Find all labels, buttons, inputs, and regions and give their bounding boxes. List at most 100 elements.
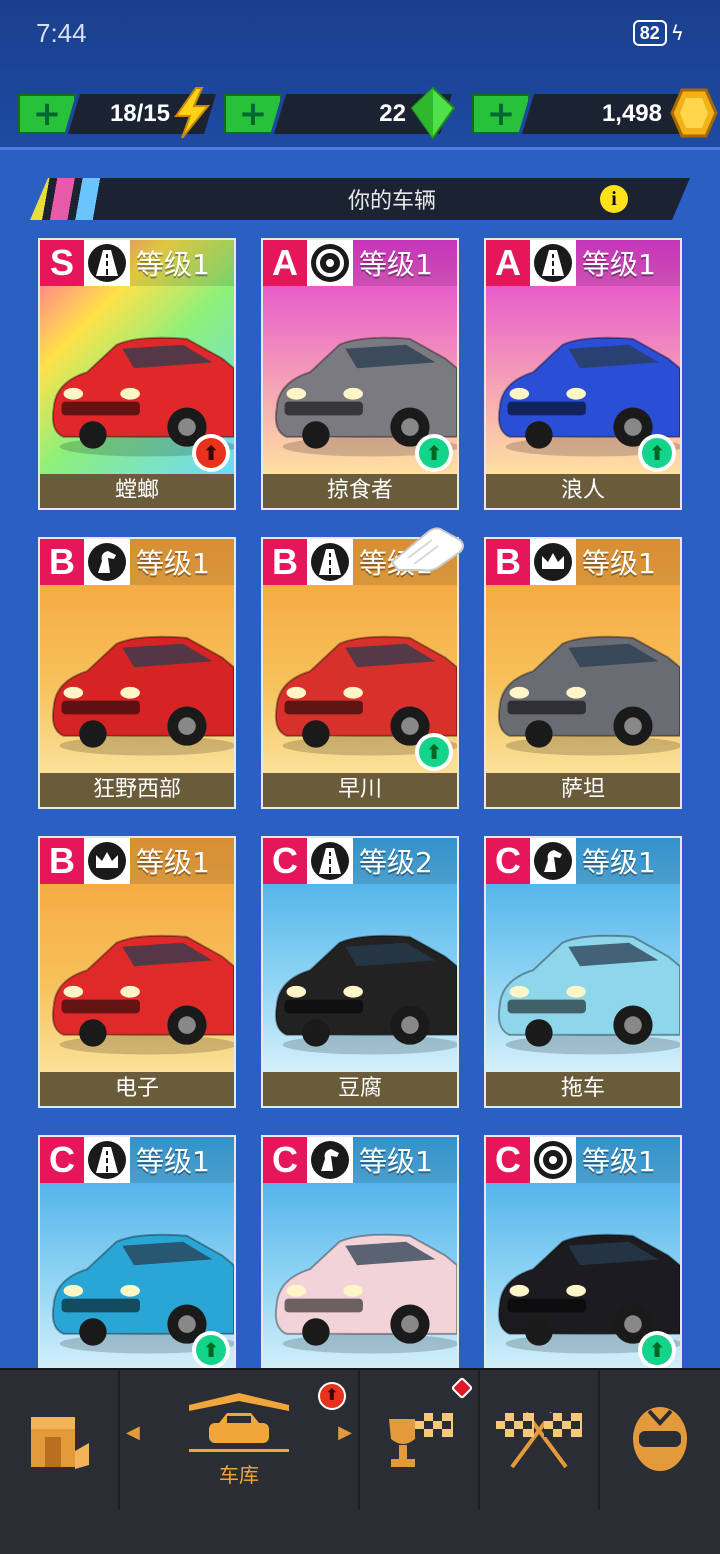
bottom-navigation: 车库 ◀ ▶ ⬆ bbox=[0, 1368, 720, 1554]
crown-icon bbox=[530, 539, 576, 585]
nav-shop[interactable] bbox=[0, 1370, 120, 1510]
car-card[interactable]: S 等级1 ⬆ 螳螂 bbox=[38, 238, 236, 510]
add-coins-button[interactable]: + bbox=[472, 94, 530, 134]
car-card-header: A 等级1 bbox=[486, 240, 680, 286]
road-icon bbox=[307, 539, 353, 585]
car-card-header: B 等级1 bbox=[40, 539, 234, 585]
car-level: 等级1 bbox=[136, 547, 210, 580]
car-card[interactable]: C 等级1 拖车 bbox=[484, 836, 682, 1108]
car-rank: B bbox=[263, 539, 307, 585]
car-level: 等级2 bbox=[359, 846, 433, 879]
car-card[interactable]: B 等级1 萨坦 bbox=[484, 537, 682, 809]
car-level: 等级1 bbox=[359, 1145, 433, 1178]
upgrade-available-icon[interactable]: ⬆ bbox=[415, 733, 453, 771]
trophy-flag-icon bbox=[389, 1413, 453, 1467]
coin-icon bbox=[670, 88, 718, 138]
horse-icon bbox=[307, 1137, 353, 1183]
car-name: 豆腐 bbox=[263, 1072, 457, 1106]
car-name: 螳螂 bbox=[40, 474, 234, 508]
car-image bbox=[51, 635, 234, 756]
horse-icon bbox=[84, 539, 130, 585]
events-notification-dot bbox=[450, 1376, 474, 1400]
gem-value: 22 bbox=[379, 100, 406, 127]
car-rank: A bbox=[263, 240, 307, 286]
checkered-flags-icon bbox=[496, 1411, 582, 1469]
nav-events[interactable] bbox=[360, 1370, 480, 1510]
car-image bbox=[497, 635, 680, 756]
car-level: 等级1 bbox=[136, 248, 210, 281]
helmet-icon bbox=[633, 1407, 687, 1471]
add-gems-button[interactable]: + bbox=[224, 94, 282, 134]
add-energy-button[interactable]: + bbox=[18, 94, 76, 134]
road-icon bbox=[530, 240, 576, 286]
shop-icon bbox=[31, 1417, 89, 1469]
car-rank: C bbox=[263, 1137, 307, 1183]
car-card[interactable]: C 等级2 豆腐 bbox=[261, 836, 459, 1108]
car-card[interactable]: C 等级1 ⬆ bbox=[38, 1135, 236, 1371]
car-level: 等级1 bbox=[359, 248, 433, 281]
nav-race[interactable] bbox=[480, 1370, 600, 1510]
charging-icon: ϟ bbox=[670, 21, 684, 45]
upgrade-available-icon[interactable]: ⬆ bbox=[638, 1331, 676, 1369]
tire-icon bbox=[307, 240, 353, 286]
section-title: 你的车辆 bbox=[347, 189, 436, 214]
car-rank: A bbox=[486, 240, 530, 286]
car-card-header: C 等级1 bbox=[486, 1137, 680, 1183]
car-card-header: B 等级1 bbox=[40, 838, 234, 884]
car-level: 等级1 bbox=[136, 1145, 210, 1178]
car-card[interactable]: A 等级1 ⬆ 掠食者 bbox=[261, 238, 459, 510]
car-rank: B bbox=[40, 838, 84, 884]
road-icon bbox=[307, 838, 353, 884]
upgrade-available-icon[interactable]: ⬆ bbox=[415, 434, 453, 472]
nav-garage[interactable]: 车库 ◀ ▶ ⬆ bbox=[120, 1370, 360, 1510]
car-card-header: A 等级1 bbox=[263, 240, 457, 286]
battery-level: 82 bbox=[632, 20, 667, 46]
nav-profile[interactable] bbox=[600, 1370, 720, 1510]
car-card[interactable]: A 等级1 ⬆ 浪人 bbox=[484, 238, 682, 510]
garage-upgrade-badge: ⬆ bbox=[318, 1382, 346, 1410]
car-name: 狂野西部 bbox=[40, 773, 234, 807]
car-level: 等级1 bbox=[582, 1145, 656, 1178]
car-name: 掠食者 bbox=[263, 474, 457, 508]
upgrade-available-icon[interactable]: ⬆ bbox=[638, 434, 676, 472]
gem-icon bbox=[410, 86, 456, 140]
crown-icon bbox=[84, 838, 130, 884]
car-image bbox=[51, 934, 234, 1055]
car-level: 等级1 bbox=[582, 547, 656, 580]
energy-resource: + 18/15 bbox=[18, 87, 216, 139]
car-card-header: C 等级1 bbox=[486, 838, 680, 884]
car-card-header: S 等级1 bbox=[40, 240, 234, 286]
upgrade-available-icon[interactable]: ⬆ bbox=[192, 434, 230, 472]
car-name: 电子 bbox=[40, 1072, 234, 1106]
info-icon[interactable]: i bbox=[600, 185, 628, 213]
car-name: 拖车 bbox=[486, 1072, 680, 1106]
garage-car-icon bbox=[189, 1392, 289, 1452]
car-name: 早川 bbox=[263, 773, 457, 807]
upgrade-available-icon[interactable]: ⬆ bbox=[192, 1331, 230, 1369]
car-card[interactable]: B 等级1 狂野西部 bbox=[38, 537, 236, 809]
car-rank: C bbox=[263, 838, 307, 884]
coin-resource: + 1,498 bbox=[472, 88, 718, 138]
pointer-hand-icon bbox=[390, 527, 464, 572]
car-card[interactable]: B 等级1 电子 bbox=[38, 836, 236, 1108]
nav-left-arrow-icon[interactable]: ◀ bbox=[126, 1422, 140, 1443]
energy-value: 18/15 bbox=[109, 100, 170, 127]
top-bar: 7:44 82 ϟ + 18/15 + 22 + 1,498 bbox=[0, 0, 720, 150]
car-image bbox=[274, 1233, 457, 1354]
road-icon bbox=[84, 240, 130, 286]
garage-label: 车库 bbox=[219, 1462, 259, 1487]
road-icon bbox=[84, 1137, 130, 1183]
car-rank: B bbox=[40, 539, 84, 585]
car-level: 等级1 bbox=[582, 846, 656, 879]
car-card-header: C 等级1 bbox=[40, 1137, 234, 1183]
car-card[interactable]: C 等级1 ⬆ bbox=[484, 1135, 682, 1371]
car-level: 等级1 bbox=[136, 846, 210, 879]
car-name: 浪人 bbox=[486, 474, 680, 508]
gem-resource: + 22 bbox=[224, 86, 456, 140]
nav-right-arrow-icon[interactable]: ▶ bbox=[338, 1422, 352, 1443]
car-card[interactable]: C 等级1 bbox=[261, 1135, 459, 1371]
tire-icon bbox=[530, 1137, 576, 1183]
status-time: 7:44 bbox=[36, 18, 87, 48]
car-image bbox=[274, 934, 457, 1055]
car-card-header: C 等级1 bbox=[263, 1137, 457, 1183]
